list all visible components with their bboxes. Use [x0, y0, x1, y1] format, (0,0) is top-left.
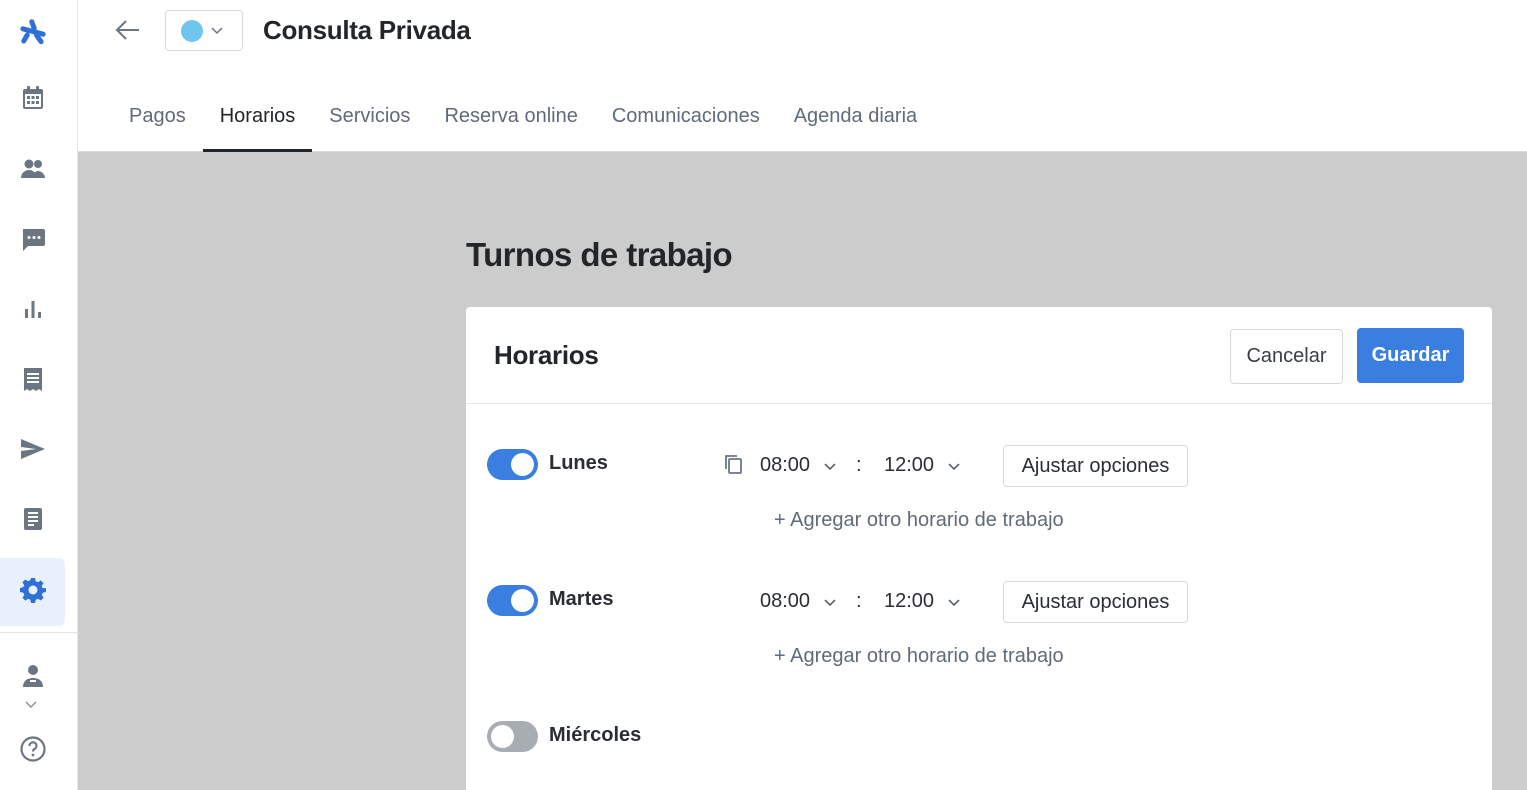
save-button[interactable]: Guardar	[1357, 328, 1464, 383]
sidebar-item-help[interactable]	[0, 717, 65, 785]
toggle-knob	[491, 725, 514, 748]
patients-icon	[19, 155, 47, 188]
sidebar-item-invoices[interactable]	[0, 347, 65, 415]
sidebar-item-messages[interactable]	[0, 207, 65, 275]
color-dot	[181, 19, 203, 42]
day-label: Lunes	[549, 452, 608, 474]
main-content: Turnos de trabajo Horarios Cancelar Guar…	[78, 152, 1527, 790]
time-from-value: 08:00	[760, 453, 811, 476]
time-from-select[interactable]: 08:00	[760, 581, 836, 621]
schedule-card: Horarios Cancelar Guardar Lunes 08:00 : …	[466, 307, 1492, 790]
records-icon	[19, 505, 47, 538]
sidebar-divider	[0, 632, 77, 633]
chevron-down-icon	[824, 590, 836, 613]
tab-servicios[interactable]: Servicios	[312, 96, 427, 152]
time-to-value: 12:00	[884, 589, 935, 612]
send-icon	[19, 435, 47, 468]
time-separator: :	[856, 590, 862, 612]
arrow-left-icon	[114, 16, 142, 49]
cancel-button[interactable]: Cancelar	[1230, 329, 1343, 384]
card-title: Horarios	[494, 340, 599, 370]
chevron-down-icon	[948, 590, 960, 613]
time-to-select[interactable]: 12:00	[884, 581, 960, 621]
stats-icon	[19, 295, 47, 328]
card-header: Horarios Cancelar Guardar	[466, 307, 1492, 404]
chevron-down-icon	[948, 454, 960, 477]
day-toggle-martes[interactable]	[487, 585, 538, 616]
page-title: Consulta Privada	[263, 15, 471, 45]
add-shift-link[interactable]: + Agregar otro horario de trabajo	[774, 509, 1064, 532]
adjust-options-button[interactable]: Ajustar opciones	[1003, 445, 1188, 487]
add-shift-link[interactable]: + Agregar otro horario de trabajo	[774, 645, 1064, 668]
day-row-lunes: Lunes 08:00 : 12:00 Ajustar opciones + A…	[487, 445, 1487, 531]
invoice-icon	[19, 365, 47, 398]
sidebar-item-settings[interactable]	[0, 558, 65, 626]
sidebar-item-patients[interactable]	[0, 137, 65, 205]
tab-bar: Pagos Horarios Servicios Reserva online …	[112, 96, 934, 153]
tab-agenda-diaria[interactable]: Agenda diaria	[777, 96, 934, 152]
sidebar	[0, 0, 78, 790]
time-from-select[interactable]: 08:00	[760, 445, 836, 485]
toggle-knob	[511, 453, 534, 476]
header: Consulta Privada Pagos Horarios Servicio…	[78, 0, 1527, 153]
tab-horarios[interactable]: Horarios	[202, 96, 313, 153]
sidebar-item-stats[interactable]	[0, 277, 65, 345]
chevron-down-icon	[824, 454, 836, 477]
calendar-icon	[19, 84, 47, 117]
chevron-down-icon	[211, 22, 223, 40]
day-toggle-lunes[interactable]	[487, 449, 538, 480]
back-button[interactable]	[110, 14, 146, 50]
toggle-knob	[511, 589, 534, 612]
tab-comunicaciones[interactable]: Comunicaciones	[595, 96, 777, 152]
sidebar-item-calendar[interactable]	[0, 66, 65, 134]
time-to-select[interactable]: 12:00	[884, 445, 960, 485]
sidebar-item-home[interactable]	[0, 0, 65, 68]
sidebar-item-send[interactable]	[0, 417, 65, 485]
time-to-value: 12:00	[884, 453, 935, 476]
section-title: Turnos de trabajo	[466, 236, 733, 273]
settings-icon	[19, 576, 47, 609]
sidebar-item-records[interactable]	[0, 487, 65, 555]
calendar-color-select[interactable]	[165, 10, 243, 51]
day-toggle-miercoles[interactable]	[487, 721, 538, 752]
tab-pagos[interactable]: Pagos	[112, 96, 203, 152]
messages-icon	[19, 225, 47, 258]
time-from-value: 08:00	[760, 589, 811, 612]
day-row-martes: Martes 08:00 : 12:00 Ajustar opciones + …	[487, 581, 1487, 667]
day-label: Miércoles	[549, 724, 642, 746]
profile-chevron-down-icon[interactable]	[25, 696, 37, 714]
day-label: Martes	[549, 588, 614, 610]
logo-icon	[19, 18, 47, 51]
day-row-miercoles: Miércoles	[487, 717, 1487, 761]
tab-reserva-online[interactable]: Reserva online	[427, 96, 594, 152]
copy-icon[interactable]	[722, 453, 744, 475]
adjust-options-button[interactable]: Ajustar opciones	[1003, 581, 1188, 623]
time-separator: :	[856, 454, 862, 476]
help-icon	[19, 735, 47, 768]
